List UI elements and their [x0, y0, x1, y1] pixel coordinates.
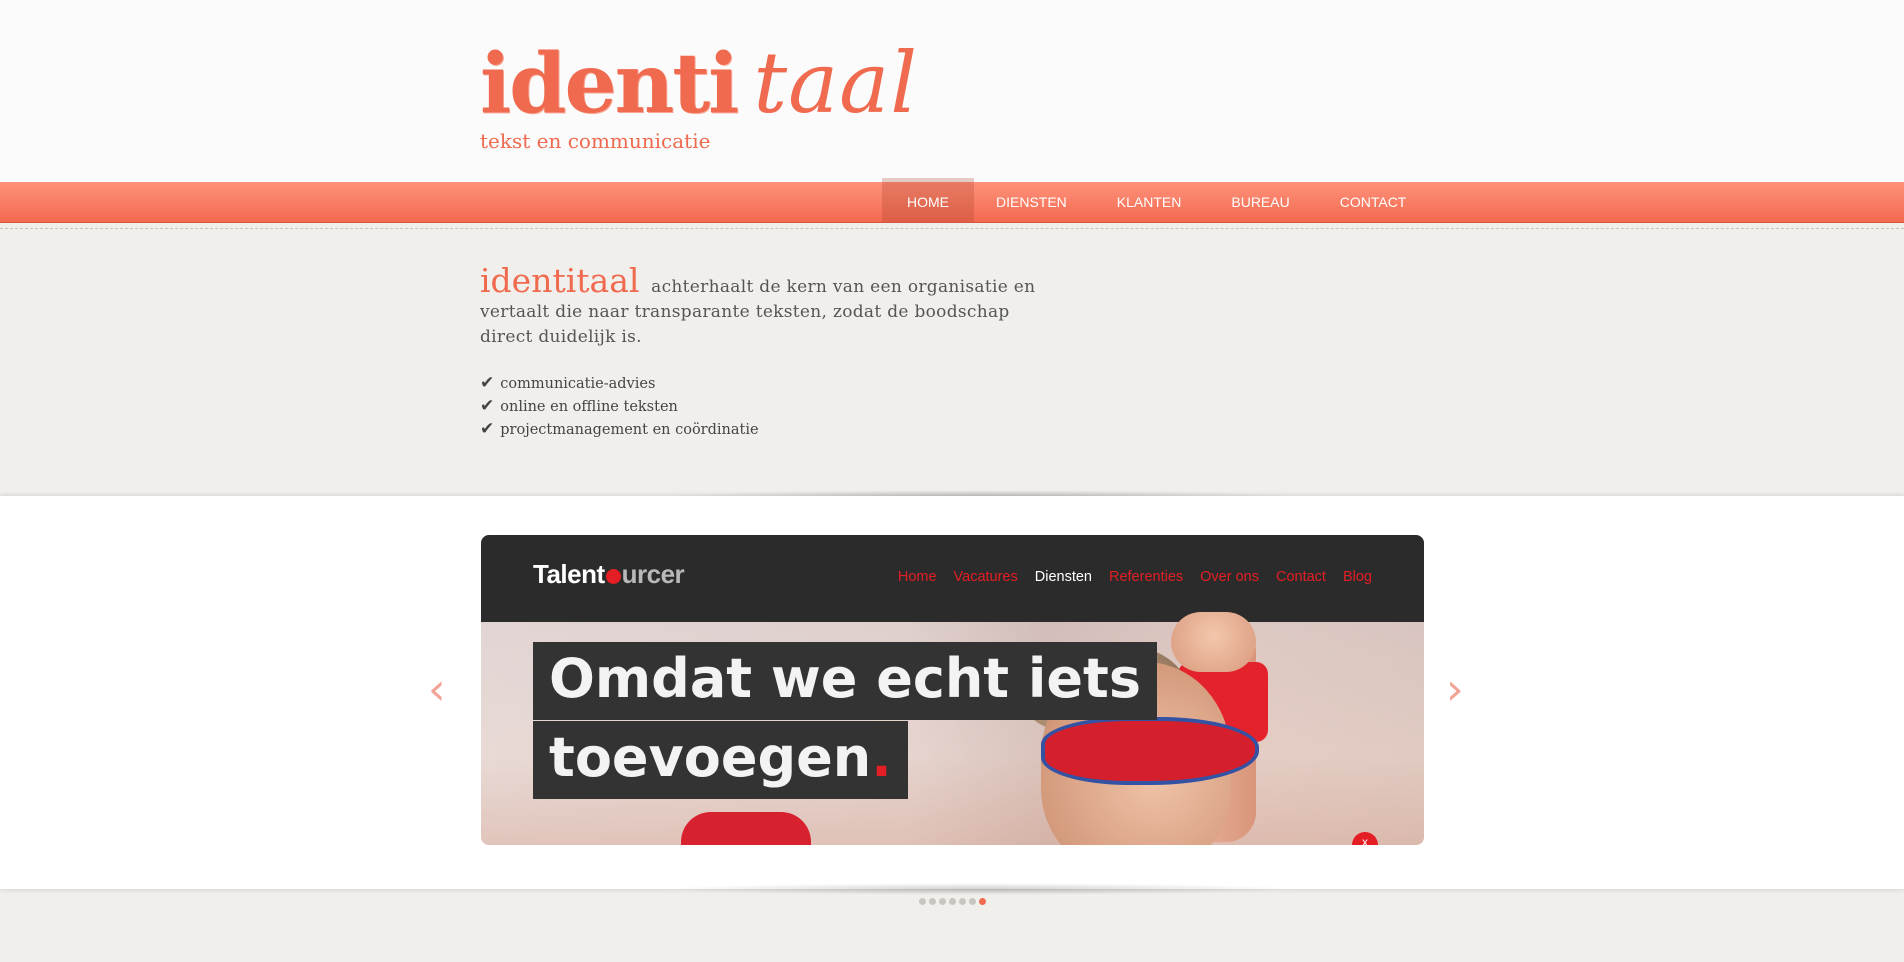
slide-nav-item: Contact: [1275, 569, 1326, 585]
hero-fist: [1171, 612, 1256, 672]
nav-item-contact[interactable]: CONTACT: [1315, 182, 1432, 222]
hero-headline-dot: .: [871, 726, 892, 789]
chevron-left-icon[interactable]: ‹: [428, 668, 456, 712]
slider-dot[interactable]: [919, 898, 926, 905]
slide-nav-item: Home: [897, 569, 937, 585]
site-header: identi taal tekst en communicatie: [0, 0, 1904, 182]
slider-dot[interactable]: [939, 898, 946, 905]
slide-hero-image: Omdat we echt iets toevoegen.: [481, 612, 1424, 845]
intro-paragraph: identitaal achterhaalt de kern van een o…: [480, 264, 1040, 350]
intro-section: identitaal achterhaalt de kern van een o…: [480, 264, 1040, 441]
slide-nav-item: Over ons: [1200, 569, 1259, 585]
feature-item: online en offline teksten: [480, 395, 1040, 418]
hero-cape: [681, 812, 811, 845]
hero-mask: [1041, 717, 1259, 785]
logo-tagline: tekst en communicatie: [480, 129, 711, 153]
main-navbar: HOME DIENSTEN KLANTEN BUREAU CONTACT: [0, 178, 1904, 223]
slide-nav-item: Referenties: [1108, 569, 1184, 585]
hero-headline-line1: Omdat we echt iets: [533, 642, 1157, 720]
feature-item: communicatie-advies: [480, 372, 1040, 395]
nav-item-klanten[interactable]: KLANTEN: [1092, 182, 1207, 222]
nav-item-bureau[interactable]: BUREAU: [1206, 182, 1314, 222]
slide-logo: Talent urcer: [533, 559, 685, 590]
logo-taal: taal: [753, 34, 919, 132]
slide-logo-rest: urcer: [621, 559, 685, 589]
slide-talentsourcer[interactable]: Talent urcer Home Vacatures Diensten Refe…: [481, 535, 1424, 845]
slide-nav-item: Vacatures: [953, 569, 1018, 585]
feature-list: communicatie-advies online en offline te…: [480, 372, 1040, 441]
slider-dot[interactable]: [959, 898, 966, 905]
nav-item-home[interactable]: HOME: [882, 178, 974, 222]
main-nav: HOME DIENSTEN KLANTEN BUREAU CONTACT: [882, 178, 1432, 222]
band-shadow-bottom: [660, 883, 1300, 895]
slide-site-header: Talent urcer Home Vacatures Diensten Refe…: [481, 535, 1424, 622]
slide-nav: Home Vacatures Diensten Referenties Over…: [881, 569, 1372, 585]
slide-logo-dot: [605, 569, 621, 584]
nav-divider: [0, 228, 1904, 229]
hero-headline-line2: toevoegen.: [533, 721, 908, 799]
hero-headline-text: toevoegen: [549, 726, 872, 789]
slide-logo-talent: Talent: [533, 559, 605, 589]
slider-dot[interactable]: [969, 898, 976, 905]
slider-pagination: [919, 898, 989, 905]
slider-dot[interactable]: [949, 898, 956, 905]
slider-dot-active[interactable]: [979, 898, 986, 905]
chevron-right-icon[interactable]: ›: [1446, 668, 1474, 712]
site-logo[interactable]: identi taal tekst en communicatie: [480, 30, 918, 153]
logo-identi: identi: [480, 36, 739, 132]
slider-dot[interactable]: [929, 898, 936, 905]
nav-item-diensten[interactable]: DIENSTEN: [974, 182, 1092, 222]
slide-nav-item: Blog: [1342, 569, 1372, 585]
slide-nav-item: Diensten: [1034, 569, 1092, 585]
logo-wordmark: identi taal: [480, 30, 918, 125]
feature-item: projectmanagement en coördinatie: [480, 418, 1040, 441]
intro-brand-word: identitaal: [480, 261, 640, 300]
